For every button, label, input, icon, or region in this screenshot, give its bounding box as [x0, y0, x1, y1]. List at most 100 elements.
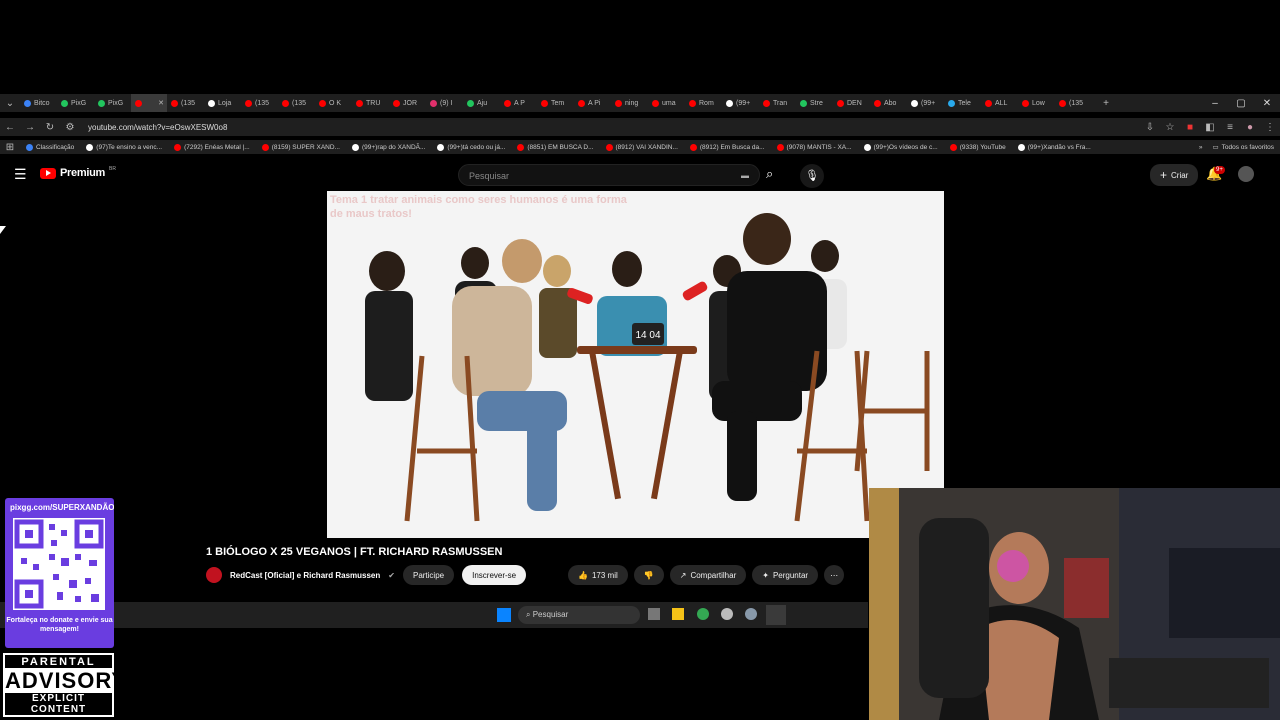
bookmark-item[interactable]: (8912) VAI XANDIN...	[605, 143, 678, 151]
bookmark-item[interactable]: (99+)Os vídeos de c...	[863, 143, 938, 151]
browser-tab[interactable]: Tem	[537, 94, 574, 112]
share-button[interactable]: ↗ Compartilhar	[669, 565, 747, 585]
bookmark-item[interactable]: (9078) MANTIS - XA...	[776, 143, 852, 151]
more-bookmarks-icon[interactable]: »	[1199, 144, 1203, 151]
browser-tab[interactable]: Loja	[204, 94, 241, 112]
bookmark-item[interactable]: (8851) EM BUSCA D...	[517, 143, 594, 151]
browser-tab[interactable]: A P	[500, 94, 537, 112]
browser-tab[interactable]: Stre	[796, 94, 833, 112]
browser-tab[interactable]: (99+	[907, 94, 944, 112]
keyboard-icon[interactable]: ▬	[741, 171, 749, 180]
reload-icon[interactable]: ↻	[40, 122, 60, 133]
browser-tab[interactable]: DEN	[833, 94, 870, 112]
back-icon[interactable]: ←	[0, 122, 20, 133]
media-icon[interactable]: ≡	[1220, 122, 1240, 133]
app-icon[interactable]	[721, 608, 733, 620]
channel-name[interactable]: RedCast [Oficial] e Richard Rasmussen	[230, 571, 380, 580]
like-button[interactable]: 👍 173 mil	[568, 565, 628, 585]
maximize-icon[interactable]: ▢	[1228, 98, 1254, 109]
taskbar-search[interactable]: ⌕ Pesquisar	[518, 606, 640, 624]
settings-icon[interactable]	[745, 608, 757, 620]
close-window-icon[interactable]: ✕	[1254, 98, 1280, 109]
channel-avatar[interactable]	[206, 567, 222, 583]
menu-icon[interactable]: ⋮	[1260, 122, 1280, 133]
close-tab-icon[interactable]: ✕	[158, 99, 164, 107]
browser-tab[interactable]: JOR	[389, 94, 426, 112]
hamburger-menu-icon[interactable]: ☰	[14, 166, 27, 183]
more-actions-button[interactable]: ⋯	[824, 565, 845, 585]
video-player[interactable]: Tema 1 tratar animais como seres humanos…	[327, 191, 944, 538]
chrome-icon[interactable]	[697, 608, 709, 620]
tab-search-icon[interactable]: ⌄	[0, 98, 20, 109]
browser-tab[interactable]: Low	[1018, 94, 1055, 112]
browser-tab[interactable]: TRU	[352, 94, 389, 112]
voice-search-icon[interactable]: 🎙	[800, 164, 824, 188]
bookmark-item[interactable]: (8912) Em Busca da...	[689, 143, 765, 151]
bookmark-favicon-icon	[437, 143, 445, 151]
bookmark-favicon-icon	[517, 143, 525, 151]
site-info-icon[interactable]: ⚙	[60, 122, 80, 133]
ask-button[interactable]: ✦ Perguntar	[752, 565, 819, 585]
file-explorer-icon[interactable]	[672, 608, 684, 620]
bookmark-item[interactable]: (99+)rap do XANDÃ...	[351, 143, 425, 151]
browser-tab[interactable]: (135	[167, 94, 204, 112]
bookmark-item[interactable]: (99+)Xandão vs Fra...	[1017, 143, 1091, 151]
browser-tab[interactable]: (9) I	[426, 94, 463, 112]
join-button[interactable]: Participe	[402, 565, 455, 585]
new-tab-icon[interactable]: +	[1096, 98, 1116, 109]
url-field[interactable]: youtube.com/watch?v=eOswXESW0o8	[88, 123, 227, 132]
bookmark-item[interactable]: (8159) SUPER XAND...	[261, 143, 340, 151]
bookmark-item[interactable]: Classificação	[26, 143, 74, 151]
bookmark-item[interactable]: (7292) Enéas Metal |...	[174, 143, 250, 151]
tab-favicon-icon	[356, 99, 363, 107]
account-avatar[interactable]	[1238, 166, 1254, 182]
search-icon[interactable]: ⌕	[766, 166, 773, 182]
minimize-icon[interactable]: –	[1202, 98, 1228, 109]
browser-tab[interactable]: Aju	[463, 94, 500, 112]
browser-tab[interactable]: Rom	[685, 94, 722, 112]
windows-start-icon[interactable]	[497, 608, 511, 622]
apps-icon[interactable]: ⊞	[0, 142, 20, 153]
tab-label: (135	[292, 99, 307, 107]
browser-tab[interactable]: PixG	[57, 94, 94, 112]
donate-url: pixgg.com/SUPERXANDÃO	[10, 503, 114, 512]
browser-tab[interactable]: O K	[315, 94, 352, 112]
browser-tab[interactable]: Bitco	[20, 94, 57, 112]
bookmark-item[interactable]: (9338) YouTube	[949, 143, 1006, 151]
forward-icon[interactable]: →	[20, 122, 40, 133]
subscribe-button[interactable]: Inscrever-se	[462, 565, 527, 585]
profile-avatar[interactable]: ●	[1240, 122, 1260, 133]
search-input[interactable]: Pesquisar ▬	[458, 164, 760, 186]
extensions-icon[interactable]: ◧	[1200, 122, 1220, 133]
tab-favicon-icon	[430, 99, 437, 107]
browser-tab[interactable]: A Pi	[574, 94, 611, 112]
tab-label: Rom	[699, 99, 714, 107]
browser-tab[interactable]: (99+	[722, 94, 759, 112]
obs-icon[interactable]	[766, 605, 786, 625]
install-icon[interactable]: ⇩	[1140, 122, 1160, 133]
qr-code-image	[13, 518, 105, 610]
tab-label: JOR	[403, 99, 417, 107]
extension-icon[interactable]: ■	[1180, 122, 1200, 133]
youtube-logo[interactable]: Premium BR	[40, 166, 116, 179]
task-view-icon[interactable]	[648, 608, 660, 620]
browser-tab[interactable]: PixG	[94, 94, 131, 112]
dislike-button[interactable]: 👎	[633, 565, 664, 585]
tab-label: (99+	[736, 99, 751, 107]
tab-label: (135	[1069, 99, 1084, 107]
bookmark-item[interactable]: (99+)tá cedo ou já...	[437, 143, 505, 151]
browser-tab[interactable]: ALL	[981, 94, 1018, 112]
browser-tab[interactable]: Abo	[870, 94, 907, 112]
bookmark-item[interactable]: (97)Te ensino a venc...	[86, 143, 162, 151]
browser-tab[interactable]: ✕	[131, 94, 167, 112]
browser-tab[interactable]: (135	[241, 94, 278, 112]
browser-tab[interactable]: (135	[278, 94, 315, 112]
browser-tab[interactable]: uma	[648, 94, 685, 112]
all-favorites-folder[interactable]: ▭ Todos os favoritos	[1212, 143, 1274, 152]
browser-tab[interactable]: (135	[1055, 94, 1092, 112]
star-icon[interactable]: ☆	[1160, 122, 1180, 133]
browser-tab[interactable]: Tele	[944, 94, 981, 112]
create-button[interactable]: + Criar	[1150, 164, 1199, 186]
browser-tab[interactable]: ning	[611, 94, 648, 112]
browser-tab[interactable]: Tran	[759, 94, 796, 112]
